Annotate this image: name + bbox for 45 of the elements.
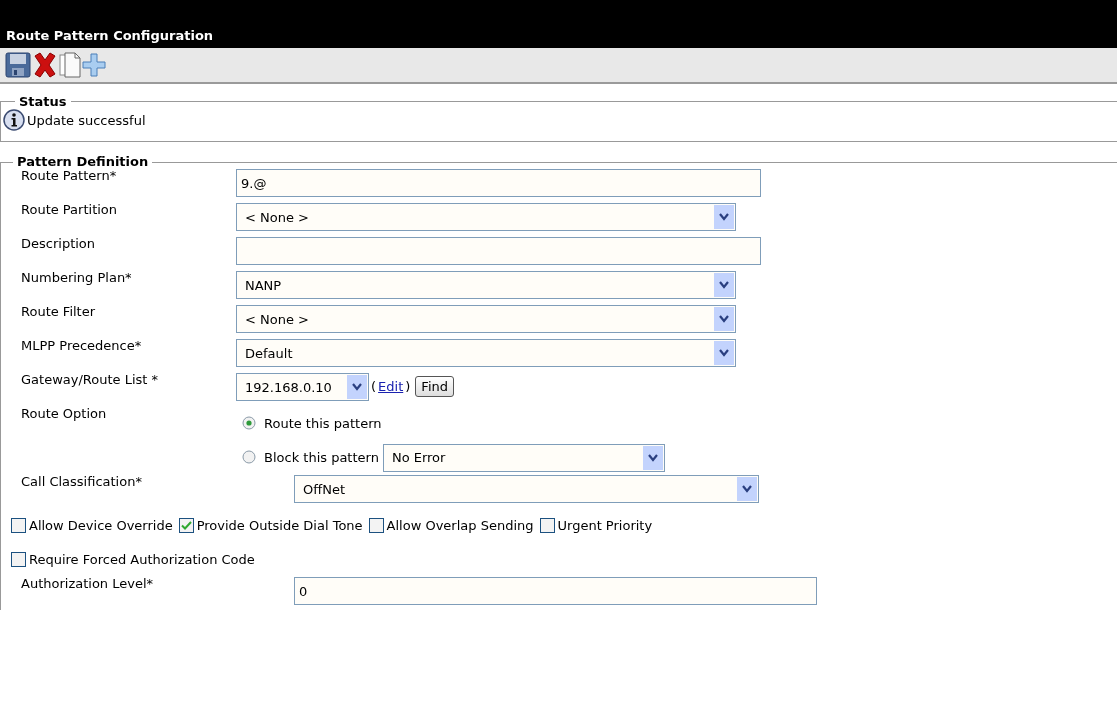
edit-link[interactable]: Edit <box>378 379 404 394</box>
radio-label: Block this pattern <box>264 449 379 465</box>
paren-text: ) <box>405 379 411 394</box>
field-label: Description <box>21 236 97 251</box>
input-field[interactable]: 9.@ <box>236 169 761 197</box>
field-label: Route Partition <box>21 202 119 217</box>
field-label: Route Pattern* <box>21 168 118 183</box>
info-icon <box>3 109 25 131</box>
checkbox-label: Allow Device Override <box>29 517 173 533</box>
radio-button[interactable] <box>242 416 256 430</box>
checkbox[interactable] <box>11 551 26 567</box>
field-label: Gateway/Route List * <box>21 372 160 387</box>
input-field[interactable]: 0 <box>294 577 817 605</box>
field-label: Numbering Plan* <box>21 270 133 285</box>
radio-label: Route this pattern <box>264 415 382 431</box>
field-label: Authorization Level* <box>21 576 155 591</box>
checkbox-label: Urgent Priority <box>557 517 653 533</box>
checkbox-label: Allow Overlap Sending <box>386 517 534 533</box>
dropdown[interactable]: OffNet <box>294 475 759 503</box>
section-legend: Pattern Definition <box>13 156 153 168</box>
field-label: Route Option <box>21 406 108 421</box>
checkbox-label: Require Forced Authorization Code <box>29 551 255 567</box>
checkbox[interactable] <box>539 517 555 533</box>
save-icon[interactable] <box>4 51 32 79</box>
checkbox[interactable] <box>178 517 194 533</box>
dropdown[interactable]: 192.168.0.10 <box>236 373 369 401</box>
section-legend: Status <box>15 94 71 109</box>
checkbox-label: Provide Outside Dial Tone <box>196 517 363 533</box>
window-title: Route Pattern Configuration <box>5 27 215 44</box>
field-label: MLPP Precedence* <box>21 338 143 353</box>
checkbox[interactable] <box>368 517 384 533</box>
status-message: Update successful <box>27 112 146 128</box>
paren-text: ( <box>371 379 377 394</box>
dropdown[interactable]: Default <box>236 339 736 367</box>
dropdown[interactable]: NANP <box>236 271 736 299</box>
find-button[interactable]: Find <box>415 376 454 397</box>
dropdown[interactable]: No Error <box>382 443 665 472</box>
delete-icon[interactable] <box>32 51 58 79</box>
input-field[interactable] <box>236 237 761 265</box>
dropdown[interactable]: < None > <box>236 203 736 231</box>
field-label: Route Filter <box>21 304 97 319</box>
checkbox[interactable] <box>11 517 26 533</box>
radio-button[interactable] <box>242 450 256 464</box>
dropdown[interactable]: < None > <box>236 305 736 333</box>
field-label: Call Classification* <box>21 474 143 489</box>
